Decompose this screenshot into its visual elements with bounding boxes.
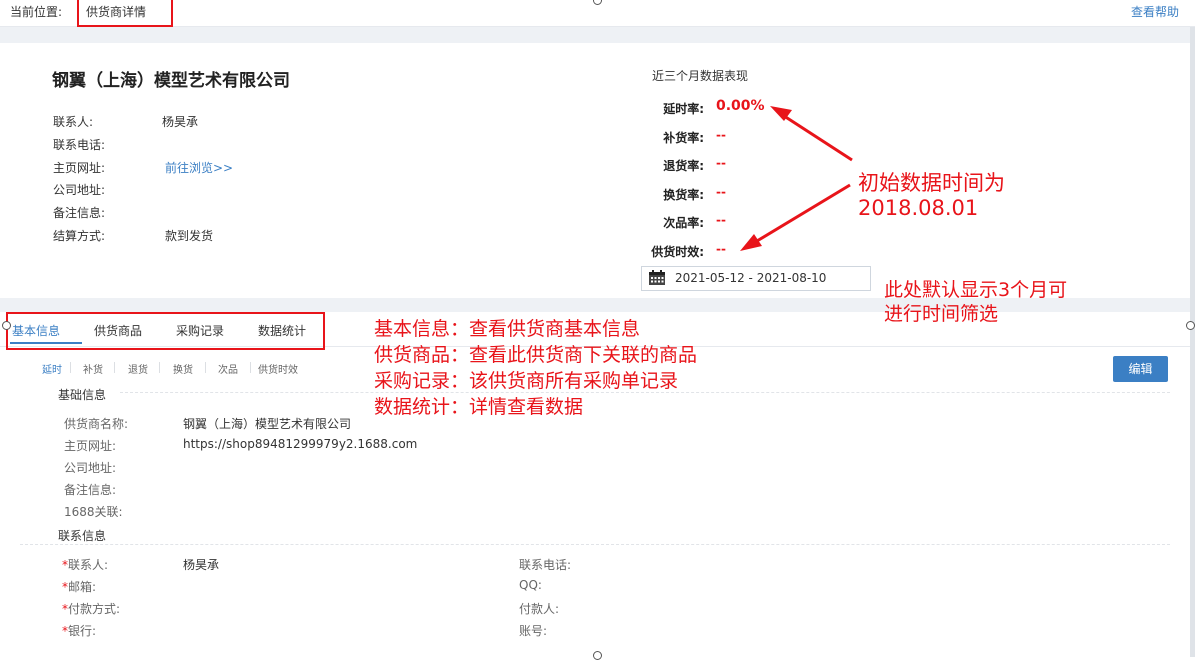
- basic-info-title: 基础信息: [58, 388, 107, 402]
- contact-phone-label: 联系电话:: [519, 558, 572, 572]
- link-1688-label: 1688关联:: [64, 505, 123, 519]
- annotation-default-range-line1: 此处默认显示3个月可: [884, 279, 1068, 301]
- subtab-exchange[interactable]: 换货: [173, 361, 193, 376]
- company-address-label: 公司地址:: [64, 461, 117, 475]
- annotation-initial-time: 初始数据时间为 2018.08.01: [858, 171, 1005, 221]
- field-label-text: 邮箱:: [68, 580, 97, 594]
- resize-handle[interactable]: [2, 321, 11, 330]
- arrow-to-delay-rate: [780, 112, 853, 162]
- contact-person-label: *联系人:: [62, 556, 108, 573]
- payment-method-label: *付款方式:: [62, 600, 120, 617]
- annotation-default-range-line2: 进行时间筛选: [884, 303, 999, 325]
- account-label: 账号:: [519, 624, 548, 638]
- edit-button[interactable]: 编辑: [1113, 356, 1168, 382]
- bank-label: *银行:: [62, 622, 96, 639]
- annotation-box-tabs: [6, 312, 325, 350]
- annotation-tab-note: 基本信息：查看供货商基本信息: [374, 318, 641, 340]
- subtab-delay[interactable]: 延时: [42, 361, 62, 376]
- homepage-url-label: 主页网址:: [64, 439, 117, 453]
- field-label-text: 付款方式:: [68, 602, 121, 616]
- remark-info-label: 备注信息:: [64, 483, 117, 497]
- section-divider: [20, 544, 1170, 545]
- arrow-to-supply-time: [751, 183, 851, 246]
- resize-handle[interactable]: [593, 651, 602, 660]
- subtab-return[interactable]: 退货: [128, 361, 148, 376]
- email-label: *邮箱:: [62, 578, 96, 595]
- annotation-initial-time-line2: 2018.08.01: [858, 196, 979, 220]
- annotation-tab-note: 供货商品：查看此供货商下关联的商品: [374, 344, 698, 366]
- section-divider: [120, 392, 1170, 393]
- resize-handle[interactable]: [1186, 321, 1195, 330]
- arrow-head-supply: [740, 234, 762, 251]
- subtab-divider: [70, 362, 71, 373]
- supplier-name-value: 钢翼（上海）模型艺术有限公司: [183, 417, 352, 431]
- contact-person-value: 杨昊承: [183, 558, 220, 572]
- qq-label: QQ:: [519, 578, 542, 592]
- annotation-tab-note: 采购记录：该供货商所有采购单记录: [374, 370, 679, 392]
- supplier-name-label: 供货商名称:: [64, 417, 129, 431]
- contact-info-title: 联系信息: [58, 529, 107, 543]
- subtab-divider: [159, 362, 160, 373]
- payer-label: 付款人:: [519, 602, 560, 616]
- homepage-url-link[interactable]: https://shop89481299979y2.1688.com: [183, 437, 417, 451]
- annotation-default-range: 此处默认显示3个月可 进行时间筛选: [884, 278, 1067, 326]
- subtab-defect[interactable]: 次品: [218, 361, 238, 376]
- subtab-divider: [114, 362, 115, 373]
- subtab-divider: [250, 362, 251, 373]
- field-label-text: 联系人:: [68, 558, 109, 572]
- annotation-initial-time-line1: 初始数据时间为: [858, 171, 1005, 195]
- annotation-tab-note: 数据统计：详情查看数据: [374, 396, 584, 418]
- subtab-supply-time[interactable]: 供货时效: [258, 361, 298, 376]
- annotation-tab-notes: 基本信息：查看供货商基本信息 供货商品：查看此供货商下关联的商品 采购记录：该供…: [374, 316, 697, 420]
- field-label-text: 银行:: [68, 624, 97, 638]
- subtab-restock[interactable]: 补货: [83, 361, 103, 376]
- subtab-divider: [205, 362, 206, 373]
